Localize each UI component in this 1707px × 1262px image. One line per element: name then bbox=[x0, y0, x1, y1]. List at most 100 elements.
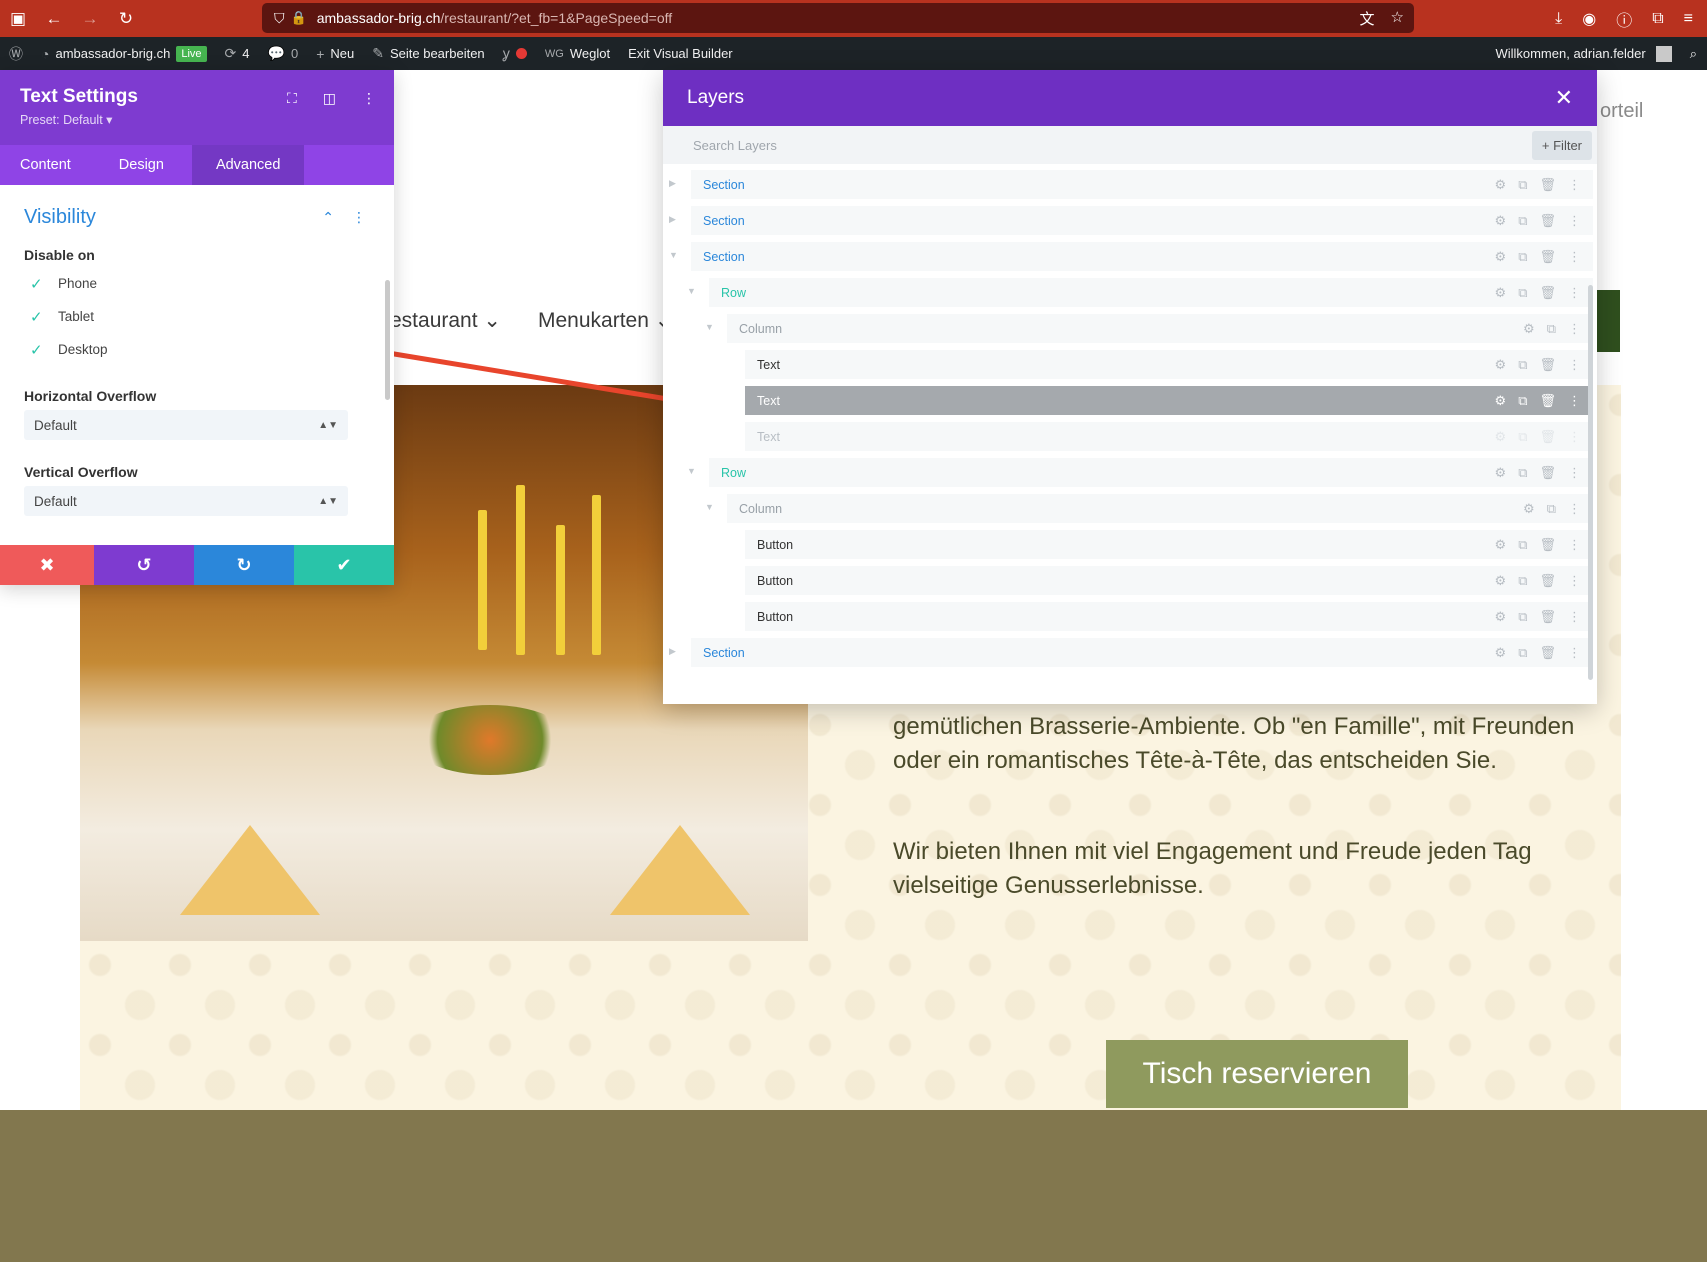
more-options-icon[interactable]: ⋮ bbox=[1568, 537, 1581, 553]
fullscreen-icon[interactable]: ⛶ bbox=[287, 90, 297, 107]
split-view-icon[interactable]: ◫ bbox=[323, 90, 336, 107]
gear-icon[interactable]: ⚙ bbox=[1523, 321, 1535, 337]
trash-icon[interactable]: 🗑 bbox=[1539, 285, 1556, 301]
layer-row-module[interactable]: Text ⚙ ⧉ 🗑 ⋮ bbox=[745, 350, 1593, 379]
caret-right-icon[interactable]: ▶ bbox=[669, 214, 676, 225]
chevron-up-icon[interactable]: ⌃ bbox=[322, 209, 334, 226]
layer-row-section[interactable]: ▼ Section ⚙ ⧉ 🗑 ⋮ bbox=[669, 242, 1593, 271]
duplicate-icon[interactable]: ⧉ bbox=[1547, 501, 1556, 517]
duplicate-icon[interactable]: ⧉ bbox=[1518, 177, 1527, 193]
more-options-icon[interactable]: ⋮ bbox=[1568, 321, 1581, 337]
caret-down-icon[interactable]: ▼ bbox=[687, 466, 696, 476]
site-name-link[interactable]: ◔ ambassador-brig.ch Live bbox=[32, 37, 216, 70]
trash-icon[interactable]: 🗑 bbox=[1539, 249, 1556, 265]
discard-button[interactable]: ✖ bbox=[0, 545, 94, 585]
forward-icon[interactable]: → bbox=[72, 0, 108, 37]
bookmark-star-icon[interactable]: ☆ bbox=[1391, 8, 1404, 29]
gear-icon[interactable]: ⚙ bbox=[1495, 573, 1507, 589]
trash-icon[interactable]: 🗑 bbox=[1539, 429, 1556, 445]
more-options-icon[interactable]: ⋮ bbox=[1568, 609, 1581, 625]
trash-icon[interactable]: 🗑 bbox=[1539, 465, 1556, 481]
layer-row-module[interactable]: Text ⚙ ⧉ 🗑 ⋮ bbox=[745, 422, 1593, 451]
layer-row-section[interactable]: ▶ Section ⚙ ⧉ 🗑 ⋮ bbox=[669, 206, 1593, 235]
duplicate-icon[interactable]: ⧉ bbox=[1518, 429, 1527, 445]
caret-down-icon[interactable]: ▼ bbox=[705, 502, 714, 512]
duplicate-icon[interactable]: ⧉ bbox=[1518, 537, 1527, 553]
search-icon[interactable]: ⌕ bbox=[1690, 46, 1697, 62]
gear-icon[interactable]: ⚙ bbox=[1523, 501, 1535, 517]
more-options-icon[interactable]: ⋮ bbox=[362, 90, 376, 107]
trash-icon[interactable]: 🗑 bbox=[1539, 537, 1556, 553]
gear-icon[interactable]: ⚙ bbox=[1495, 393, 1507, 409]
filter-button[interactable]: + Filter bbox=[1531, 130, 1592, 160]
settings-header[interactable]: Text Settings Preset: Default ▾ ⛶ ◫ ⋮ bbox=[0, 70, 394, 145]
trash-icon[interactable]: 🗑 bbox=[1539, 645, 1556, 661]
more-options-icon[interactable]: ⋮ bbox=[1568, 645, 1581, 661]
caret-right-icon[interactable]: ▶ bbox=[669, 646, 676, 657]
gear-icon[interactable]: ⚙ bbox=[1495, 357, 1507, 373]
trash-icon[interactable]: 🗑 bbox=[1539, 609, 1556, 625]
gear-icon[interactable]: ⚙ bbox=[1495, 609, 1507, 625]
tab-content[interactable]: Content bbox=[0, 145, 91, 185]
duplicate-icon[interactable]: ⧉ bbox=[1518, 285, 1527, 301]
horizontal-overflow-select[interactable]: Default ▲▼ bbox=[24, 410, 348, 440]
translate-icon[interactable]: 文 bbox=[1360, 8, 1375, 29]
reload-icon[interactable]: ↻ bbox=[108, 0, 144, 37]
tab-advanced[interactable]: Advanced bbox=[191, 145, 305, 185]
password-manager-icon[interactable]: ⓘ bbox=[1616, 7, 1632, 31]
menu-item-restaurant[interactable]: estaurant ⌄ bbox=[390, 308, 501, 333]
account-icon[interactable]: ◉ bbox=[1582, 9, 1596, 29]
layer-row-row[interactable]: ▼ Row ⚙ ⧉ 🗑 ⋮ bbox=[687, 278, 1593, 307]
yoast-link[interactable]: ỿ bbox=[494, 37, 536, 70]
layers-scrollbar[interactable] bbox=[1588, 285, 1593, 680]
trash-icon[interactable]: 🗑 bbox=[1539, 177, 1556, 193]
avatar[interactable] bbox=[1655, 45, 1672, 62]
updates-link[interactable]: ⟳ 4 bbox=[216, 37, 259, 70]
lock-icon[interactable]: 🔒 bbox=[291, 10, 307, 26]
layer-row-module[interactable]: Button ⚙ ⧉ 🗑 ⋮ bbox=[745, 602, 1593, 631]
menu-item-menukarten[interactable]: Menukarten ⌄ bbox=[538, 308, 672, 333]
gear-icon[interactable]: ⚙ bbox=[1495, 249, 1507, 265]
address-bar[interactable]: ⛉ 🔒 ambassador-brig.ch/restaurant/?et_fb… bbox=[262, 3, 1414, 33]
duplicate-icon[interactable]: ⧉ bbox=[1518, 573, 1527, 589]
trash-icon[interactable]: 🗑 bbox=[1539, 213, 1556, 229]
layer-row-column[interactable]: ▼ Column ⚙ ⧉ ⋮ bbox=[705, 494, 1593, 523]
welcome-text[interactable]: Willkommen, adrian.felder bbox=[1495, 46, 1645, 61]
duplicate-icon[interactable]: ⧉ bbox=[1518, 249, 1527, 265]
gear-icon[interactable]: ⚙ bbox=[1495, 645, 1507, 661]
reserve-table-button[interactable]: Tisch reservieren bbox=[1106, 1040, 1408, 1108]
gear-icon[interactable]: ⚙ bbox=[1495, 429, 1507, 445]
duplicate-icon[interactable]: ⧉ bbox=[1518, 609, 1527, 625]
menu-icon[interactable]: ≡ bbox=[1684, 10, 1693, 28]
close-icon[interactable]: ✕ bbox=[1555, 85, 1573, 111]
gear-icon[interactable]: ⚙ bbox=[1495, 465, 1507, 481]
gear-icon[interactable]: ⚙ bbox=[1495, 537, 1507, 553]
layers-header[interactable]: Layers ✕ bbox=[663, 70, 1597, 126]
download-icon[interactable]: ⤓ bbox=[1555, 10, 1562, 28]
layer-row-module[interactable]: Text ⚙ ⧉ 🗑 ⋮ bbox=[745, 386, 1593, 415]
layer-row-column[interactable]: ▼ Column ⚙ ⧉ ⋮ bbox=[705, 314, 1593, 343]
more-options-icon[interactable]: ⋮ bbox=[1568, 177, 1581, 193]
weglot-link[interactable]: WG Weglot bbox=[536, 37, 619, 70]
more-options-icon[interactable]: ⋮ bbox=[1568, 249, 1581, 265]
sidebar-toggle-icon[interactable]: ▣ bbox=[0, 0, 36, 37]
tab-design[interactable]: Design bbox=[91, 145, 184, 185]
more-options-icon[interactable]: ⋮ bbox=[1568, 429, 1581, 445]
wordpress-logo-button[interactable]: Ⓦ bbox=[0, 37, 32, 70]
back-icon[interactable]: ← bbox=[36, 0, 72, 37]
layer-row-row[interactable]: ▼ Row ⚙ ⧉ 🗑 ⋮ bbox=[687, 458, 1593, 487]
undo-button[interactable]: ↺ bbox=[94, 545, 194, 585]
search-layers-input[interactable]: Search Layers bbox=[693, 138, 777, 153]
settings-scrollbar[interactable] bbox=[385, 280, 390, 400]
section-options-icon[interactable]: ⋮ bbox=[352, 209, 366, 226]
more-options-icon[interactable]: ⋮ bbox=[1568, 213, 1581, 229]
gear-icon[interactable]: ⚙ bbox=[1495, 285, 1507, 301]
duplicate-icon[interactable]: ⧉ bbox=[1518, 645, 1527, 661]
disable-desktop-checkbox[interactable]: ✓ Desktop bbox=[24, 333, 370, 366]
edit-page-link[interactable]: ✎ Seite bearbeiten bbox=[363, 37, 493, 70]
more-options-icon[interactable]: ⋮ bbox=[1568, 573, 1581, 589]
duplicate-icon[interactable]: ⧉ bbox=[1518, 357, 1527, 373]
caret-down-icon[interactable]: ▼ bbox=[669, 250, 678, 260]
trash-icon[interactable]: 🗑 bbox=[1539, 393, 1556, 409]
comments-link[interactable]: 💬 0 bbox=[259, 37, 308, 70]
